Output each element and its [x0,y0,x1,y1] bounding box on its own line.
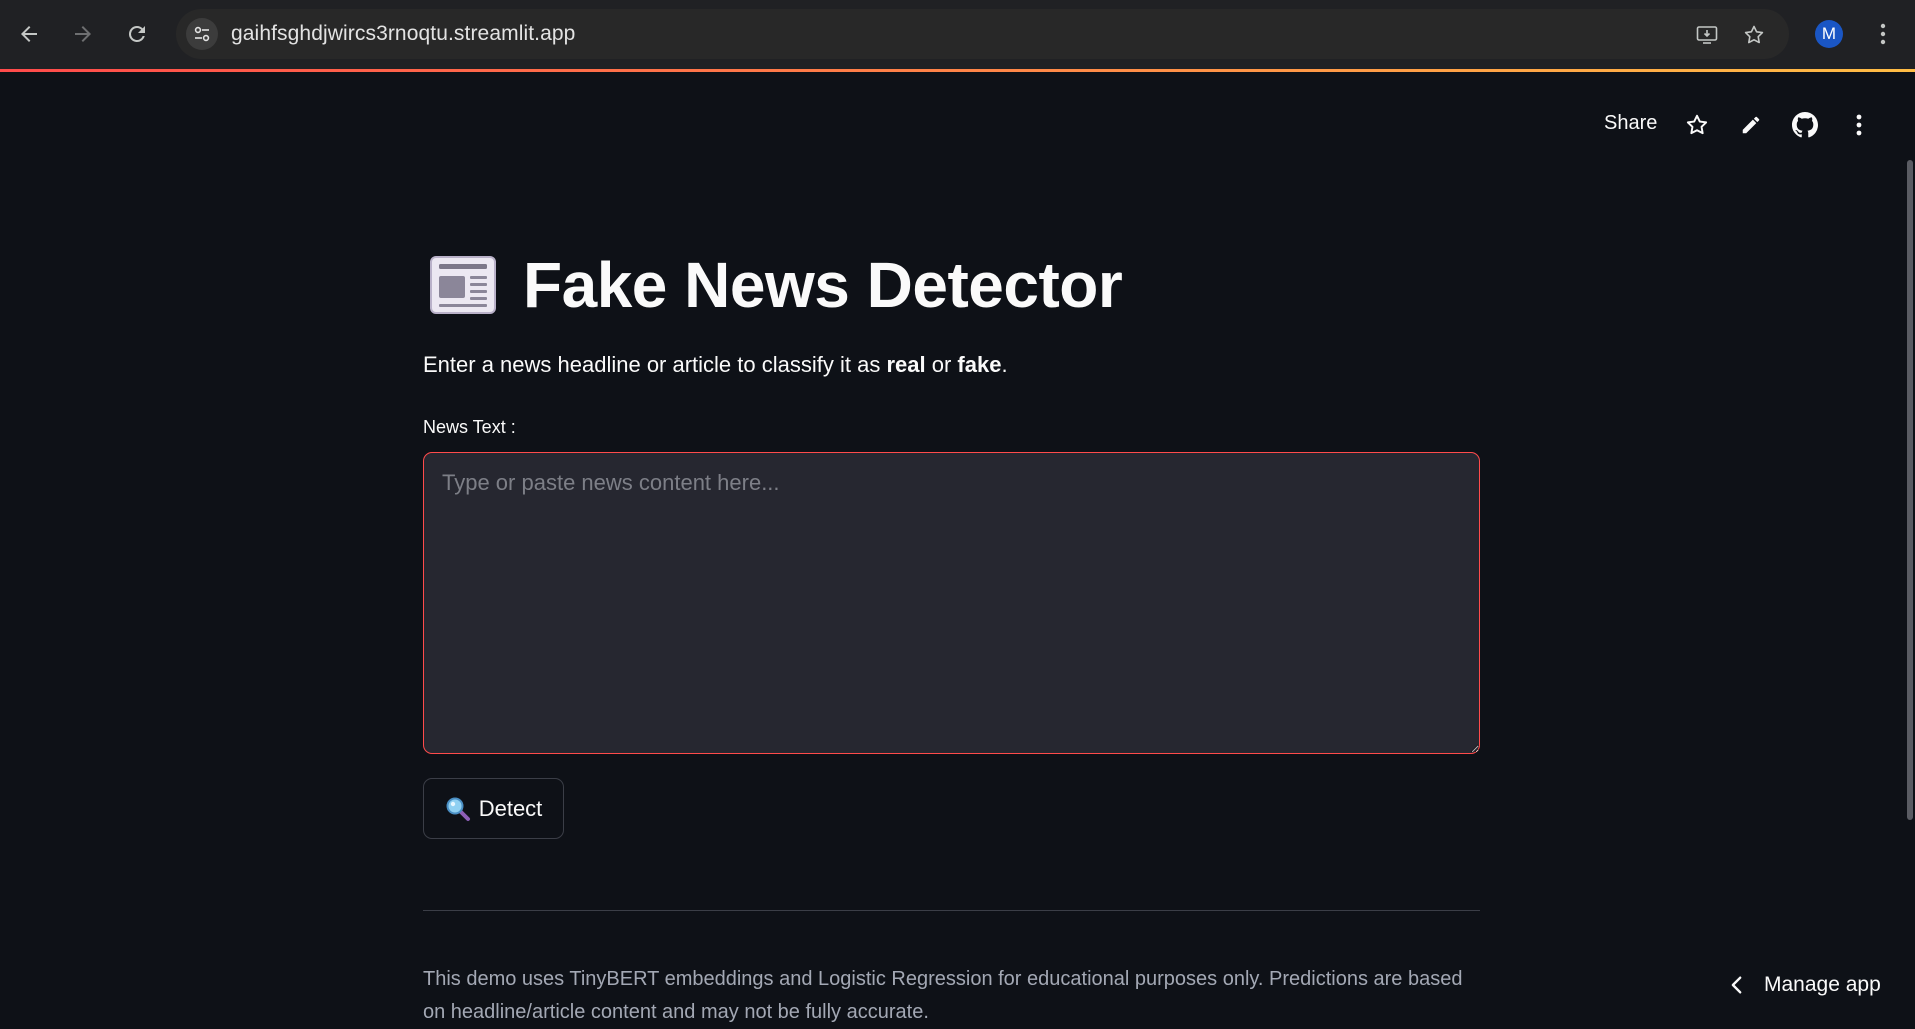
page-subtitle: Enter a news headline or article to clas… [423,352,1008,378]
site-settings-icon[interactable] [186,18,218,50]
back-arrow-icon[interactable] [9,14,49,54]
subtitle-text: Enter a news headline or article to clas… [423,352,887,377]
magnifying-glass-icon [446,797,470,821]
subtitle-text: or [925,352,958,377]
detect-button-label: Detect [478,795,543,821]
manage-app-button[interactable]: Manage app [1726,968,1881,1002]
newspaper-icon [430,256,496,314]
disclaimer-text: This demo uses TinyBERT embeddings and L… [423,968,1463,1023]
page-title: Fake News Detector [523,249,1123,321]
chevron-left-icon [1731,976,1742,994]
share-button[interactable]: Share [1604,112,1657,135]
kebab-menu-icon[interactable] [1869,19,1897,49]
news-text-label: News Text : [423,417,516,437]
page-scrollbar[interactable] [1907,160,1913,820]
edit-pencil-icon[interactable] [1736,110,1766,140]
url-text[interactable]: gaihfsghdjwircs3rnoqtu.streamlit.app [231,22,575,46]
page-title-row: Fake News Detector [429,248,1123,322]
profile-avatar[interactable]: M [1815,20,1843,48]
reload-icon[interactable] [117,14,157,54]
detect-button[interactable]: Detect [423,778,564,839]
header-decoration-bar [0,69,1915,72]
address-bar[interactable]: gaihfsghdjwircs3rnoqtu.streamlit.app [176,9,1789,59]
github-icon[interactable] [1790,110,1820,140]
forward-arrow-icon[interactable] [63,14,103,54]
subtitle-text: . [1001,352,1008,377]
manage-app-label: Manage app [1764,973,1881,996]
subtitle-real-word: real [886,352,926,377]
more-menu-icon[interactable] [1844,110,1874,140]
bookmark-star-icon[interactable] [1740,21,1768,49]
news-text-input[interactable] [423,452,1480,754]
divider [423,910,1480,911]
subtitle-fake-word: fake [957,352,1002,377]
favorite-star-icon[interactable] [1682,110,1712,140]
install-app-icon[interactable] [1693,21,1721,49]
browser-toolbar: gaihfsghdjwircs3rnoqtu.streamlit.app M [0,0,1915,69]
